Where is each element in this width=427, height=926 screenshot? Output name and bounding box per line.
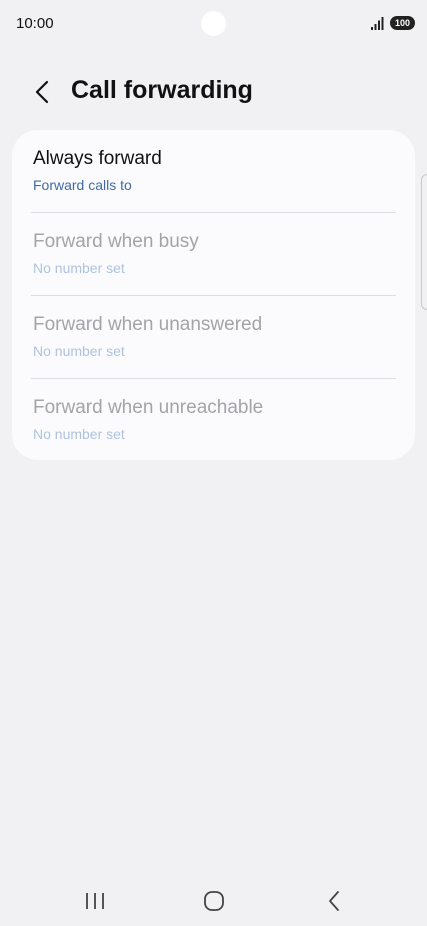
home-icon [204,891,224,911]
camera-cutout [201,11,226,36]
home-button[interactable] [194,888,234,914]
forward-when-unanswered-item[interactable]: Forward when unanswered No number set [12,296,415,378]
item-title: Forward when busy [33,231,199,252]
item-subtitle: No number set [33,426,125,442]
item-title: Forward when unanswered [33,314,263,335]
scroll-handle[interactable] [421,174,427,310]
battery-icon: 100 [390,16,415,30]
chevron-left-icon [35,80,49,104]
signal-icon [371,17,384,30]
item-title: Forward when unreachable [33,397,264,418]
header: Call forwarding [0,70,427,114]
status-bar: 10:00 100 [0,0,427,48]
forward-when-busy-item[interactable]: Forward when busy No number set [12,213,415,295]
nav-back-button[interactable] [314,888,354,914]
page-title: Call forwarding [71,76,253,104]
item-subtitle: No number set [33,343,125,359]
back-icon [329,891,339,911]
back-button[interactable] [26,74,58,110]
item-title: Always forward [33,148,162,169]
status-time: 10:00 [16,15,54,32]
always-forward-item[interactable]: Always forward Forward calls to [12,130,415,212]
item-subtitle: Forward calls to [33,177,132,193]
recents-button[interactable] [75,888,115,914]
recents-icon [86,893,104,909]
forward-when-unreachable-item[interactable]: Forward when unreachable No number set [12,379,415,461]
item-subtitle: No number set [33,260,125,276]
forwarding-options-list: Always forward Forward calls to Forward … [12,130,415,460]
navigation-bar [0,876,427,926]
